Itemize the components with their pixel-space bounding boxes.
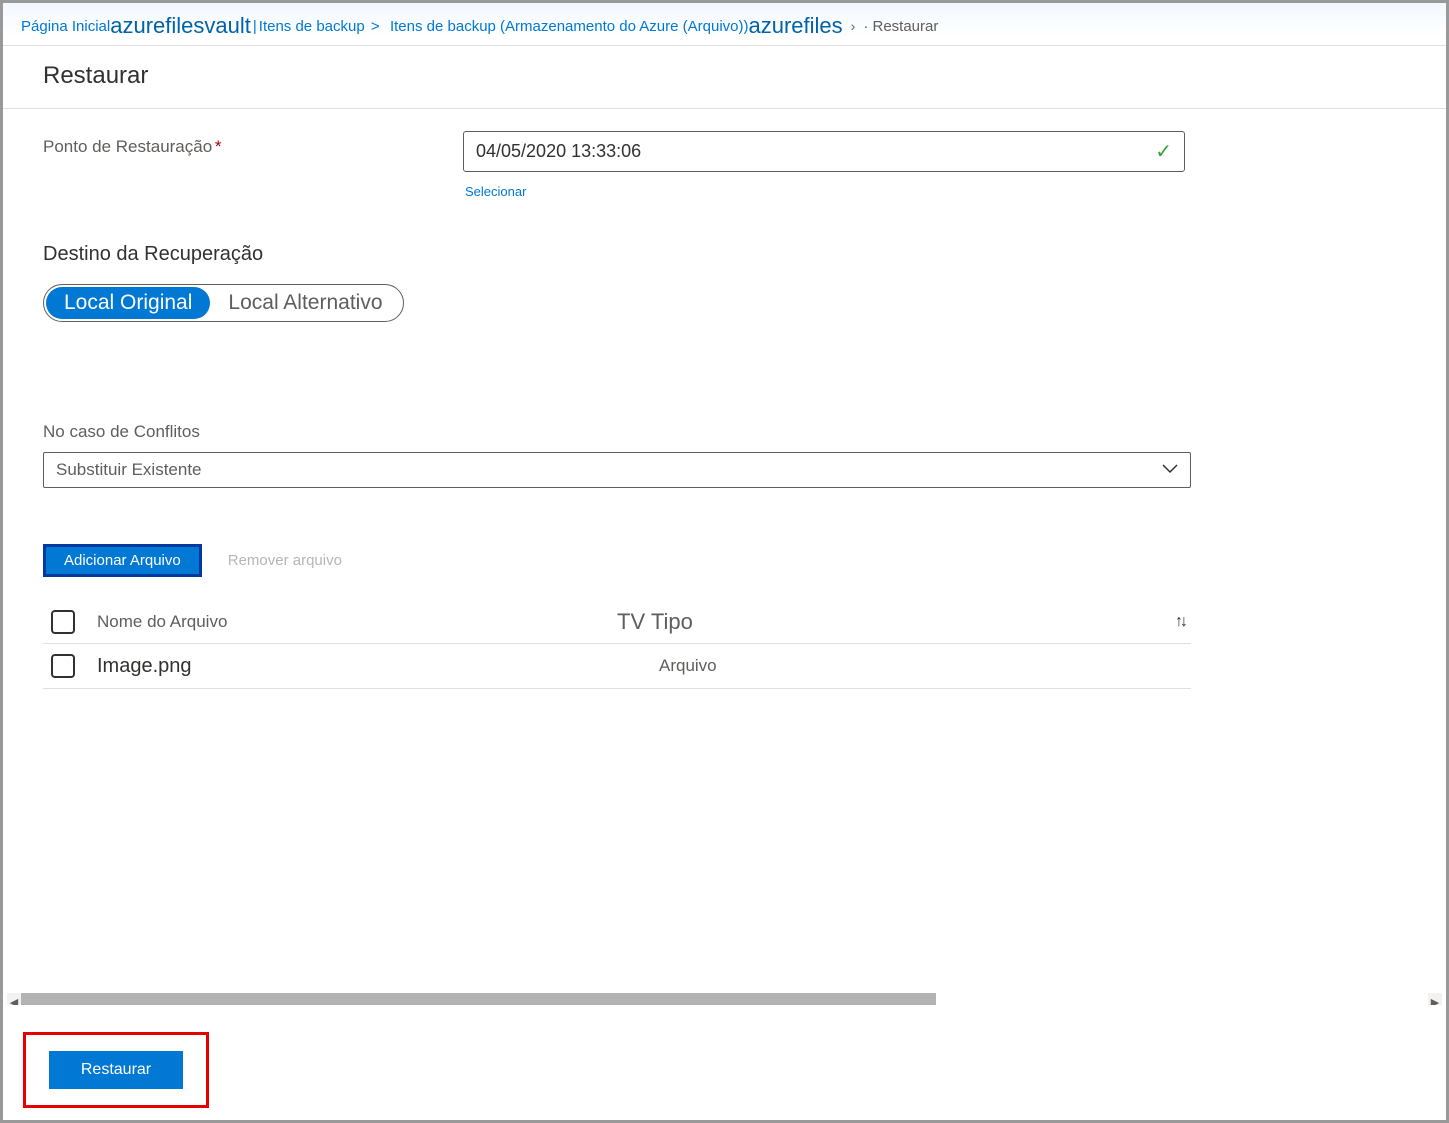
window-frame: Página Inicial azurefilesvault | Itens d… [0,0,1449,1123]
file-name-cell: Image.png [97,655,617,678]
breadcrumb-separator: > [365,18,390,35]
file-table: Nome do Arquivo TV Tipo ↑↓ Image.png Arq… [43,603,1191,689]
add-file-button[interactable]: Adicionar Arquivo [43,544,202,577]
restore-point-field[interactable]: 04/05/2020 13:33:06 ✓ [463,131,1185,172]
footer: Restaurar [3,1005,1446,1120]
breadcrumb: Página Inicial azurefilesvault | Itens d… [3,3,1446,46]
select-restore-point-link[interactable]: Selecionar [465,184,526,199]
sort-icon[interactable]: ↑↓ [1175,613,1185,631]
required-icon: * [215,137,222,156]
restore-point-value: 04/05/2020 13:33:06 [476,141,641,162]
conflicts-value: Substituir Existente [56,460,202,480]
breadcrumb-current: · Restaurar [863,18,938,35]
chevron-right-icon: › [843,18,864,34]
page-title: Restaurar [43,62,1428,90]
column-header-name[interactable]: Nome do Arquivo [97,612,617,632]
column-header-type[interactable]: TV Tipo [617,609,1175,635]
breadcrumb-backup-items-2[interactable]: Itens de backup (Armazenamento do Azure … [390,18,749,35]
chevron-down-icon [1162,461,1178,479]
remove-file-button: Remover arquivo [210,544,360,577]
breadcrumb-backup-items-1[interactable]: Itens de backup [259,18,365,35]
table-header: Nome do Arquivo TV Tipo ↑↓ [43,603,1191,644]
conflicts-dropdown[interactable]: Substituir Existente [43,452,1191,488]
highlight-annotation: Restaurar [23,1032,209,1108]
row-checkbox[interactable] [51,654,75,678]
file-type-cell: Arquivo [617,656,1185,676]
recovery-destination-heading: Destino da Recuperação [43,243,1406,266]
breadcrumb-pipe: | [251,18,259,35]
restore-button[interactable]: Restaurar [49,1051,183,1089]
content-area: Ponto de Restauração * 04/05/2020 13:33:… [3,109,1446,1011]
checkmark-icon: ✓ [1155,139,1172,164]
destination-alternate[interactable]: Local Alternativo [210,287,400,319]
breadcrumb-vault[interactable]: azurefilesvault [110,13,251,39]
restore-point-label: Ponto de Restauração * [43,131,463,157]
table-row[interactable]: Image.png Arquivo [43,644,1191,689]
conflicts-label: No caso de Conflitos [43,422,1406,442]
destination-toggle: Local Original Local Alternativo [43,284,404,322]
select-all-checkbox[interactable] [51,610,75,634]
title-bar: Restaurar [3,46,1446,109]
destination-original[interactable]: Local Original [46,287,210,319]
breadcrumb-share[interactable]: azurefiles [748,13,842,39]
restore-point-row: Ponto de Restauração * 04/05/2020 13:33:… [43,131,1406,172]
breadcrumb-home[interactable]: Página Inicial [21,18,110,35]
file-buttons-row: Adicionar Arquivo Remover arquivo [43,544,1406,577]
